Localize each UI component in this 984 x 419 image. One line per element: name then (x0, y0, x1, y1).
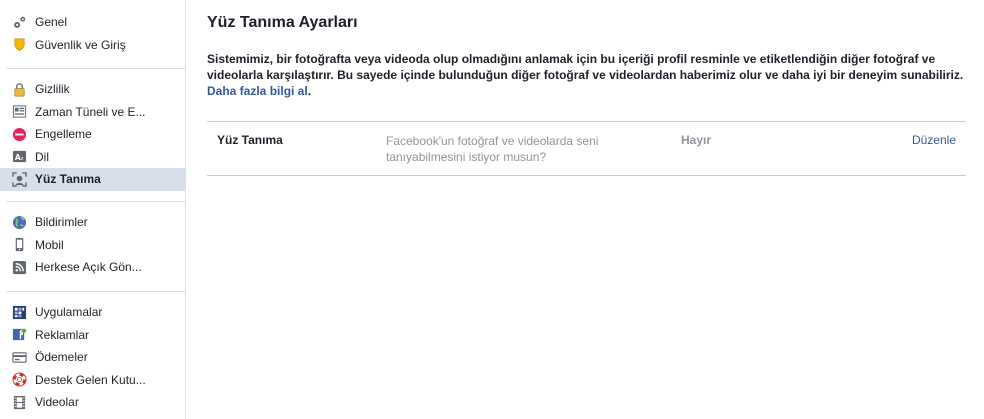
sidebar-group: Bildirimler Mobil Herkese Açık Gön... (0, 211, 185, 279)
sidebar-item-payments[interactable]: Ödemeler (0, 346, 185, 369)
intro-text: Sistemimiz, bir fotoğrafta veya videoda … (207, 51, 966, 99)
edit-button[interactable]: Düzenle (912, 133, 956, 147)
sidebar-item-label: Genel (35, 15, 68, 30)
intro-description: Sistemimiz, bir fotoğrafta veya videoda … (207, 52, 964, 82)
timeline-icon (12, 104, 27, 119)
sidebar-divider (6, 68, 185, 69)
sidebar-divider (6, 201, 185, 202)
sidebar-item-label: Engelleme (35, 127, 92, 142)
film-icon (12, 395, 27, 410)
sidebar-item-label: Uygulamalar (35, 305, 103, 320)
setting-description: Facebook'un fotoğraf ve videolarda seni … (386, 134, 599, 164)
learn-more-period: . (307, 84, 312, 98)
sidebar-item-language[interactable]: Az Dil (0, 146, 185, 169)
page-title: Yüz Tanıma Ayarları (207, 14, 358, 31)
sidebar-item-globe[interactable]: Bildirimler (0, 211, 185, 234)
sidebar-group: Gizlilik Zaman Tüneli ve E... Engelleme Az D… (0, 78, 185, 191)
sidebar-item-ads[interactable]: Reklamlar (0, 324, 185, 347)
sidebar-item-block[interactable]: Engelleme (0, 123, 185, 146)
sidebar-item-face-recognition[interactable]: Yüz Tanıma (0, 168, 185, 191)
language-icon: Az (12, 149, 27, 164)
globe-icon (12, 215, 27, 230)
sidebar-item-lock[interactable]: Gizlilik (0, 78, 185, 101)
sidebar-item-label: Mobil (35, 237, 64, 252)
sidebar-item-label: Reklamlar (35, 327, 90, 342)
mobile-icon (12, 237, 27, 252)
sidebar-item-gear[interactable]: Genel (0, 11, 185, 34)
shield-icon (12, 37, 27, 52)
sidebar-item-timeline[interactable]: Zaman Tüneli ve E... (0, 101, 185, 124)
ads-icon (12, 327, 27, 342)
payments-icon (12, 350, 27, 365)
svg-text:z: z (20, 156, 23, 162)
gear-icon (12, 15, 27, 30)
rss-icon (12, 260, 27, 275)
main-content: Yüz Tanıma Ayarları Sistemimiz, bir foto… (207, 0, 967, 176)
setting-value: Hayır (681, 133, 712, 147)
sidebar-item-apps[interactable]: Uygulamalar (0, 301, 185, 324)
learn-more-link[interactable]: Daha fazla bilgi al (207, 84, 308, 98)
sidebar-item-label: Bildirimler (35, 215, 88, 230)
sidebar-item-label: Videolar (35, 395, 79, 410)
sidebar-item-shield[interactable]: Güvenlik ve Giriş (0, 34, 185, 57)
sidebar-divider (6, 291, 185, 292)
lock-icon (12, 82, 27, 97)
sidebar-item-label: Ödemeler (35, 350, 88, 365)
sidebar-item-film[interactable]: Videolar (0, 391, 185, 414)
sidebar-group: Genel Güvenlik ve Giriş (0, 11, 185, 56)
sidebar-group: Uygulamalar Reklamlar Ödemeler Destek Gelen… (0, 301, 185, 414)
setting-title: Yüz Tanıma (217, 133, 283, 147)
sidebar-item-label: Dil (35, 149, 49, 164)
sidebar-item-label: Destek Gelen Kutu... (35, 372, 146, 387)
block-icon (12, 127, 27, 142)
sidebar-item-label: Herkese Açık Gön... (35, 260, 142, 275)
sidebar-item-label: Yüz Tanıma (35, 172, 101, 187)
sidebar-item-lifebuoy[interactable]: Destek Gelen Kutu... (0, 369, 185, 392)
sidebar-item-label: Güvenlik ve Giriş (35, 37, 126, 52)
face-recognition-setting-row: Yüz Tanıma Facebook'un fotoğraf ve video… (207, 121, 966, 176)
lifebuoy-icon (12, 372, 27, 387)
face-recognition-icon (12, 171, 27, 187)
sidebar-item-rss[interactable]: Herkese Açık Gön... (0, 256, 185, 279)
settings-sidebar: Genel Güvenlik ve Giriş Gizlilik Zaman Tüne… (0, 0, 186, 419)
sidebar-item-label: Zaman Tüneli ve E... (35, 104, 146, 119)
sidebar-item-mobile[interactable]: Mobil (0, 234, 185, 257)
apps-icon (12, 305, 27, 320)
sidebar-item-label: Gizlilik (35, 82, 70, 97)
